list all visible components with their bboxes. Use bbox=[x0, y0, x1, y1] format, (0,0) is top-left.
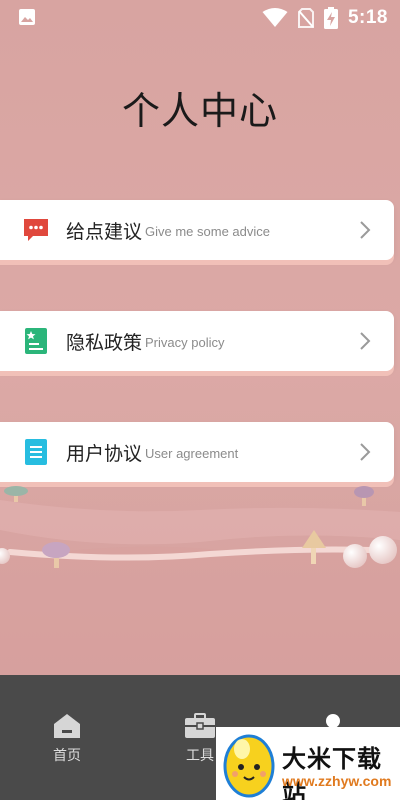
chevron-right-icon bbox=[360, 332, 371, 350]
status-time: 5:18 bbox=[347, 7, 388, 28]
mushroom-decoration bbox=[4, 486, 28, 502]
menu-item-privacy[interactable]: 隐私政策 Privacy policy bbox=[0, 311, 394, 371]
document-star-icon bbox=[25, 328, 47, 354]
nav-item-home[interactable]: 首页 bbox=[27, 713, 107, 765]
menu-item-label: 给点建议 bbox=[66, 220, 143, 243]
menu-item-subtitle: User agreement bbox=[145, 445, 239, 461]
screen: 5:18 个人中心 给点建议 Give me some advice 隐私政策 … bbox=[0, 0, 400, 800]
menu-item-label: 用户协议 bbox=[66, 442, 143, 465]
rice-mascot-logo bbox=[223, 734, 275, 798]
no-sim-icon bbox=[297, 8, 314, 28]
menu-item-subtitle: Privacy policy bbox=[145, 334, 225, 350]
decorative-scene bbox=[0, 486, 400, 680]
briefcase-icon bbox=[185, 713, 215, 738]
watermark-text: 大米下载站 bbox=[282, 745, 382, 800]
home-icon bbox=[54, 714, 80, 738]
page-title: 个人中心 bbox=[121, 89, 278, 133]
image-icon bbox=[19, 9, 35, 25]
chat-bubble-icon bbox=[24, 219, 48, 241]
wifi-icon bbox=[262, 8, 288, 27]
pearl-decoration bbox=[369, 536, 397, 564]
menu-item-subtitle: Give me some advice bbox=[145, 223, 271, 239]
chevron-right-icon bbox=[360, 443, 371, 461]
pearl-decoration bbox=[343, 544, 367, 568]
document-lines-icon bbox=[25, 439, 47, 465]
nav-label: 首页 bbox=[53, 748, 81, 764]
chevron-right-icon bbox=[360, 221, 371, 239]
watermark: 大米下载站 www.zzhyw.com bbox=[216, 727, 400, 800]
battery-charging-icon bbox=[323, 7, 338, 29]
menu-item-advice[interactable]: 给点建议 Give me some advice bbox=[0, 200, 394, 260]
watermark-url: www.zzhyw.com bbox=[282, 773, 392, 789]
menu-item-label: 隐私政策 bbox=[66, 331, 143, 354]
status-bar: 5:18 bbox=[0, 0, 400, 36]
mushroom-decoration bbox=[354, 486, 374, 506]
